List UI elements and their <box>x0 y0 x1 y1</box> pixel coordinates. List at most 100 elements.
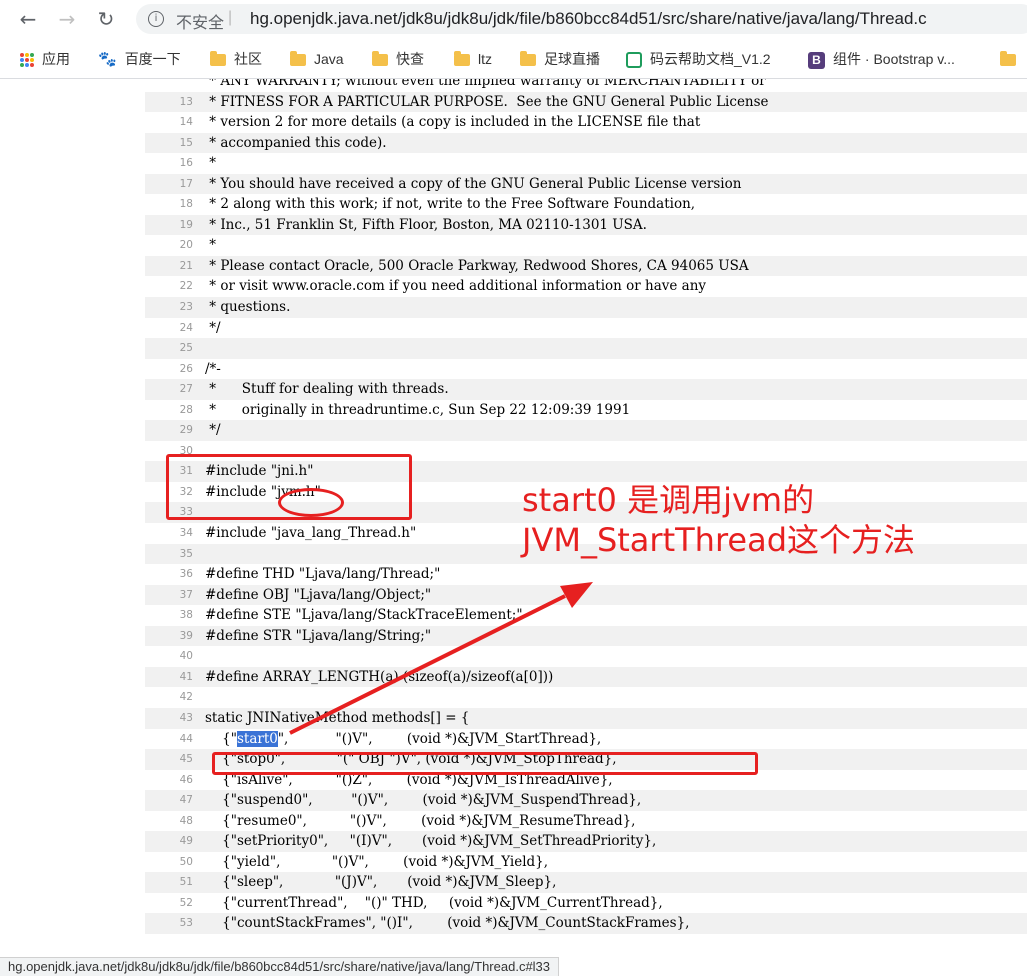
line-number[interactable]: 44 <box>145 729 193 750</box>
bookmark-mayun[interactable]: 码云帮助文档_V1.2 <box>626 49 771 69</box>
code-line: 42 <box>145 687 1027 708</box>
line-number[interactable]: 14 <box>145 112 193 133</box>
line-number[interactable]: 53 <box>145 913 193 934</box>
code-text: {"countStackFrames", "()I", (void *)&JVM… <box>205 915 690 932</box>
bookmark-label: 快查 <box>396 51 424 67</box>
code-text-prefix: {" <box>205 730 237 747</box>
line-number[interactable]: 47 <box>145 790 193 811</box>
code-text: #define THD "Ljava/lang/Thread;" <box>205 566 441 583</box>
bookmark-apps[interactable]: 应用 <box>20 49 70 69</box>
bookmark-baidu[interactable]: 🐾 百度一下 <box>98 49 181 69</box>
bookmark-folder-overflow[interactable] <box>1000 49 1024 69</box>
bookmark-label: 百度一下 <box>124 51 181 67</box>
bookmark-java[interactable]: Java <box>290 49 344 69</box>
code-text: * <box>205 155 217 172</box>
bookmark-kuaicha[interactable]: 快查 <box>372 49 424 69</box>
info-icon[interactable]: i <box>148 11 164 27</box>
code-line: 47 {"suspend0", "()V", (void *)&JVM_Susp… <box>145 790 1027 811</box>
code-text: {"currentThread", "()" THD, (void *)&JVM… <box>205 894 663 911</box>
code-text: * questions. <box>205 299 291 316</box>
line-number[interactable]: 42 <box>145 687 193 708</box>
line-number[interactable]: 13 <box>145 92 193 113</box>
line-number[interactable]: 52 <box>145 893 193 914</box>
line-number[interactable]: 19 <box>145 215 193 236</box>
line-number[interactable]: 29 <box>145 420 193 441</box>
line-number[interactable]: 39 <box>145 626 193 647</box>
line-number[interactable]: 51 <box>145 872 193 893</box>
line-number[interactable]: 40 <box>145 646 193 667</box>
code-text: #define ARRAY_LENGTH(a) (sizeof(a)/sizeo… <box>205 668 554 685</box>
line-number[interactable]: 16 <box>145 153 193 174</box>
address-bar[interactable]: i 不安全 | hg.openjdk.java.net/jdk8u/jdk8u/… <box>136 4 1027 34</box>
code-text: /*- <box>205 360 221 377</box>
line-number[interactable]: 46 <box>145 770 193 791</box>
code-line: 29 */ <box>145 420 1027 441</box>
line-number[interactable]: 15 <box>145 133 193 154</box>
line-number[interactable]: 37 <box>145 585 193 606</box>
bookmark-football[interactable]: 足球直播 <box>520 49 600 69</box>
code-text: * You should have received a copy of the… <box>205 175 742 192</box>
line-number[interactable]: 34 <box>145 523 193 544</box>
bookmark-label: ltz <box>478 51 492 67</box>
back-arrow-icon[interactable]: ← <box>14 5 42 33</box>
line-number[interactable]: 48 <box>145 811 193 832</box>
code-text: {"resume0", "()V", (void *)&JVM_ResumeTh… <box>205 812 636 829</box>
forward-arrow-icon[interactable]: → <box>53 5 81 33</box>
line-number[interactable]: 22 <box>145 276 193 297</box>
code-text: #include "java_lang_Thread.h" <box>205 525 417 542</box>
line-number[interactable]: 25 <box>145 338 193 359</box>
insecure-label: 不安全 <box>176 15 225 32</box>
bookmark-bootstrap[interactable]: B 组件 · Bootstrap v... <box>808 49 955 69</box>
code-line: 38 #define STE "Ljava/lang/StackTraceElem… <box>145 605 1027 626</box>
folder-icon <box>372 51 388 67</box>
line-number[interactable]: 43 <box>145 708 193 729</box>
code-text: * <box>205 237 217 254</box>
code-line: 53 {"countStackFrames", "()I", (void *)&… <box>145 913 1027 934</box>
bookmark-community[interactable]: 社区 <box>210 49 262 69</box>
code-line: 48 {"resume0", "()V", (void *)&JVM_Resum… <box>145 811 1027 832</box>
line-number[interactable]: 18 <box>145 194 193 215</box>
code-line: 41 #define ARRAY_LENGTH(a) (sizeof(a)/siz… <box>145 666 1027 688</box>
code-line: 21 * Please contact Oracle, 500 Oracle P… <box>145 255 1027 277</box>
code-text: {"sleep", "(J)V", (void *)&JVM_Sleep}, <box>205 874 557 891</box>
code-line: 26 /*- <box>145 359 1027 380</box>
code-line: 43 static JNINativeMethod methods[] = { <box>145 707 1027 729</box>
folder-icon <box>290 51 306 67</box>
line-number[interactable]: 28 <box>145 400 193 421</box>
jvm-h-highlight-oval <box>278 488 344 517</box>
code-text: * originally in threadruntime.c, Sun Sep… <box>205 401 631 418</box>
code-line: 51 {"sleep", "(J)V", (void *)&JVM_Sleep}… <box>145 872 1027 893</box>
code-line: 14 * version 2 for more details (a copy … <box>145 112 1027 133</box>
code-text: #define OBJ "Ljava/lang/Object;" <box>205 586 432 603</box>
code-text: * version 2 for more details (a copy is … <box>205 114 701 131</box>
line-number[interactable]: 49 <box>145 831 193 852</box>
reload-icon[interactable]: ↻ <box>92 5 120 33</box>
code-text: * Inc., 51 Franklin St, Fifth Floor, Bos… <box>205 216 647 233</box>
line-number[interactable]: 35 <box>145 544 193 565</box>
line-number[interactable]: 27 <box>145 379 193 400</box>
url-text[interactable]: hg.openjdk.java.net/jdk8u/jdk8u/jdk/file… <box>250 9 927 29</box>
selected-text: start0 <box>236 730 278 747</box>
apps-grid-icon <box>20 53 34 68</box>
bookmark-label: 足球直播 <box>544 51 600 67</box>
line-number[interactable]: 41 <box>145 667 193 688</box>
folder-icon <box>210 51 226 67</box>
code-line: 16 * <box>145 153 1027 174</box>
folder-icon <box>520 51 536 67</box>
line-number[interactable]: 50 <box>145 852 193 873</box>
code-line: * ANY WARRANTY; without even the implied… <box>145 79 1027 92</box>
line-number[interactable]: 21 <box>145 256 193 277</box>
code-text: static JNINativeMethod methods[] = { <box>205 709 470 726</box>
line-number[interactable]: 45 <box>145 749 193 770</box>
line-number[interactable]: 36 <box>145 564 193 585</box>
line-number[interactable]: 23 <box>145 297 193 318</box>
bookmark-label: 应用 <box>42 51 70 67</box>
line-number[interactable]: 24 <box>145 318 193 339</box>
code-line: 15 * accompanied this code). <box>145 132 1027 154</box>
line-number[interactable]: 38 <box>145 605 193 626</box>
line-number[interactable]: 20 <box>145 235 193 256</box>
line-number[interactable]: 17 <box>145 174 193 195</box>
line-number[interactable]: 26 <box>145 359 193 380</box>
annotation-line-2: JVM_StartThread这个方法 <box>522 521 916 559</box>
bookmark-ltz[interactable]: ltz <box>454 49 492 69</box>
